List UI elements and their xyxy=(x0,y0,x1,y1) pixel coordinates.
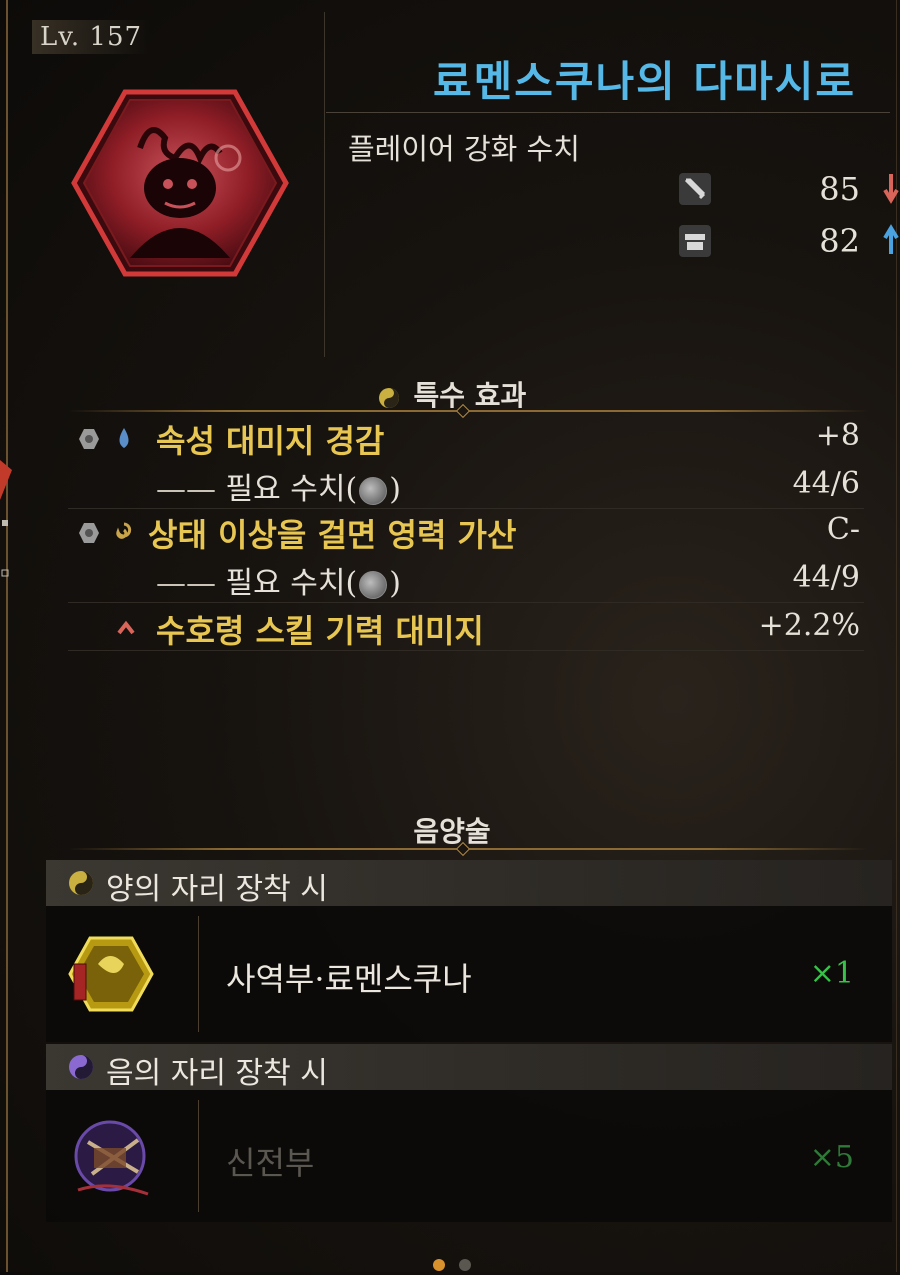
item-detail-panel: Lv. 157 료멘스쿠나의 다마시로 플레이어 강화 수치 85 82 특수 … xyxy=(6,0,900,1275)
effect-label: 상태 이상을 걸면 영력 가산 xyxy=(148,516,517,554)
yang-slot-header: 양의 자리 장착 시 xyxy=(46,860,892,907)
effect-requirement-row-2: —— 필요 수치() 44/9 xyxy=(68,558,864,602)
talisman-shrine-icon xyxy=(74,1120,149,1196)
page-dot-active[interactable] xyxy=(433,1259,446,1271)
arrow-down-icon xyxy=(883,174,899,204)
chevron-up-icon xyxy=(117,620,135,635)
yang-talisman-count: ×1 xyxy=(809,956,854,991)
yin-yang-gold-icon xyxy=(378,387,399,408)
side-tab-marker-icon xyxy=(0,460,12,577)
stat-defense: 82 xyxy=(668,222,900,262)
stat-defense-value: 82 xyxy=(819,222,860,260)
hex-gem-icon xyxy=(79,523,99,543)
header-divider xyxy=(324,12,325,357)
requirement-label: —— 필요 수치() xyxy=(156,566,401,601)
yin-yang-purple-icon xyxy=(69,1055,93,1079)
yin-talisman-name: 신전부 xyxy=(226,1144,315,1182)
yin-slot-body[interactable]: 신전부 ×5 xyxy=(46,1090,892,1222)
row-separator xyxy=(68,602,864,603)
row-separator xyxy=(68,508,864,509)
requirement-value: 44/9 xyxy=(792,560,860,595)
effect-requirement-row-1: —— 필요 수치() 44/6 xyxy=(68,464,864,508)
requirement-label: —— 필요 수치() xyxy=(156,472,401,507)
arrow-up-icon xyxy=(883,224,899,254)
item-emblem-icon xyxy=(71,89,289,277)
onmyo-heading: 음양술 xyxy=(413,815,491,848)
sword-icon xyxy=(679,173,711,205)
attribute-coin-icon xyxy=(359,477,388,505)
hex-gem-icon xyxy=(79,429,99,449)
page-dot[interactable] xyxy=(458,1259,471,1271)
water-drop-icon xyxy=(119,428,129,448)
requirement-value: 44/6 xyxy=(792,466,860,501)
talisman-ryomen-icon xyxy=(68,936,154,1012)
yang-slot-body[interactable]: 사역부·료멘스쿠나 ×1 xyxy=(46,906,892,1042)
spirit-icon xyxy=(116,522,132,539)
yang-slot-title: 양의 자리 장착 시 xyxy=(106,872,328,907)
item-name: 료멘스쿠나의 다마시로 xyxy=(432,57,856,106)
yin-talisman-count: ×5 xyxy=(809,1140,854,1175)
effect-value: +8 xyxy=(815,418,860,453)
attribute-coin-icon xyxy=(359,571,388,599)
stat-attack: 85 xyxy=(668,170,900,210)
bonus-effect-row: 수호령 스킬 기력 대미지 +2.2% xyxy=(68,606,864,650)
stat-attack-value: 85 xyxy=(819,170,860,208)
effect-label: 속성 대미지 경감 xyxy=(156,422,385,460)
stats-subtitle: 플레이어 강화 수치 xyxy=(348,132,580,166)
effect-row-1: 속성 대미지 경감 +8 xyxy=(68,416,864,460)
title-underline xyxy=(326,112,890,113)
effect-value: C- xyxy=(826,512,860,547)
slot-divider xyxy=(198,916,199,1032)
yin-slot-title: 음의 자리 장착 시 xyxy=(106,1056,328,1091)
row-separator xyxy=(68,650,864,651)
level-badge: Lv. 157 xyxy=(32,20,151,54)
page-indicator xyxy=(8,1256,896,1275)
yin-yang-gold-icon xyxy=(69,871,93,895)
slot-divider xyxy=(198,1100,199,1212)
effect-row-2: 상태 이상을 걸면 영력 가산 C- xyxy=(68,510,864,554)
yang-talisman-name: 사역부·료멘스쿠나 xyxy=(226,960,472,998)
bonus-effect-label: 수호령 스킬 기력 대미지 xyxy=(156,612,484,650)
special-effects-heading: 특수 효과 xyxy=(8,374,896,414)
yin-slot-header: 음의 자리 장착 시 xyxy=(46,1044,892,1091)
armor-icon xyxy=(679,225,711,257)
special-effects-title: 특수 효과 xyxy=(413,379,527,412)
bonus-effect-value: +2.2% xyxy=(758,608,860,643)
